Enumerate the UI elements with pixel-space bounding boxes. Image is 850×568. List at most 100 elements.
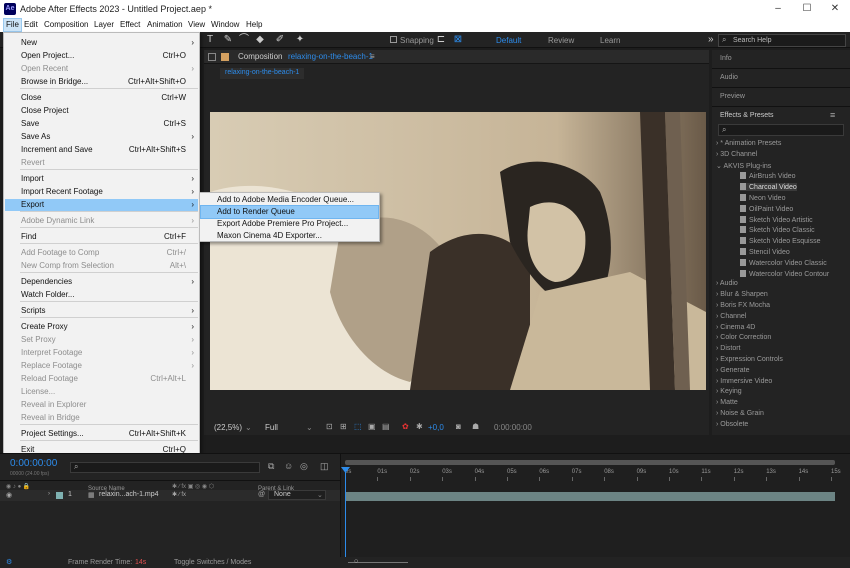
file-menu-item-scripts[interactable]: Scripts › (5, 305, 198, 317)
render-info-icon[interactable]: ⚙ (6, 558, 12, 566)
file-menu-item-project-settings[interactable]: Project Settings... Ctrl+Alt+Shift+K (5, 428, 198, 440)
effects-tree-item[interactable]: Sketch Video Esquisse (740, 237, 820, 245)
toggle-switches-button[interactable]: Toggle Switches / Modes (174, 559, 251, 566)
file-menu-item-close-project[interactable]: Close Project (5, 105, 198, 117)
motion-blur-icon[interactable]: ◎ (300, 461, 308, 472)
layer-switches-icons[interactable]: ✱ ∕ fx (172, 491, 186, 498)
file-menu-item-set-proxy[interactable]: Set Proxy › (5, 334, 198, 346)
export-item-add-to-render-queue[interactable]: Add to Render Queue (200, 205, 379, 219)
timeline-track-area[interactable]: 0s 01s 02s 03s 04s 05s 06s 07s 08s 09s 10s 11s 12s 13… (340, 454, 850, 558)
effects-tree-item[interactable]: › Immersive Video (716, 378, 772, 385)
menu-animation[interactable]: Animation (147, 20, 183, 29)
menu-file[interactable]: File (3, 18, 22, 32)
mask-visibility-icon[interactable]: ⬚ (354, 422, 362, 431)
file-menu-item-open-project[interactable]: Open Project... Ctrl+O (5, 50, 198, 62)
export-item-add-to-adobe-media-encoder-queue[interactable]: Add to Adobe Media Encoder Queue... (201, 194, 378, 206)
zoom-value[interactable]: (22,5%) (214, 423, 242, 432)
effects-tree-item[interactable]: › Channel (716, 313, 746, 320)
effects-presets-tab[interactable]: Effects & Presets (720, 112, 774, 119)
panel-menu-icon[interactable]: ≡ (830, 110, 835, 120)
menu-help[interactable]: Help (246, 20, 262, 29)
show-channel-icon[interactable]: ☗ (472, 422, 479, 431)
file-menu-item-new[interactable]: New › (5, 37, 198, 49)
preview-tab[interactable]: Preview (720, 93, 745, 100)
file-menu-item-import[interactable]: Import › (5, 173, 198, 185)
effects-tree-item[interactable]: Watercolor Video Contour (740, 269, 829, 278)
effects-tree-item[interactable]: Watercolor Video Classic (740, 258, 827, 267)
menu-window[interactable]: Window (211, 20, 239, 29)
effects-tree-item[interactable]: › Distort (716, 345, 741, 352)
more-workspaces-button[interactable]: » (708, 34, 714, 45)
roto-brush-icon[interactable]: ✐ (274, 34, 286, 46)
effects-tree-item[interactable]: AirBrush Video (740, 172, 796, 180)
effects-tree-item[interactable]: Stencil Video (740, 248, 790, 256)
file-menu-item-add-footage-to-comp[interactable]: Add Footage to Comp Ctrl+/ (5, 247, 198, 259)
effects-tree-item[interactable]: › Keying (716, 388, 742, 395)
effects-tree-item[interactable]: › Cinema 4D (716, 324, 755, 331)
parent-dropdown[interactable]: None ⌄ (268, 490, 326, 500)
menu-effect[interactable]: Effect (120, 20, 140, 29)
file-menu-item-watch-folder[interactable]: Watch Folder... (5, 289, 198, 301)
effects-tree-item[interactable]: Neon Video (740, 194, 785, 202)
audio-tab[interactable]: Audio (720, 74, 738, 81)
snap-grid-icon[interactable]: ⊠ (452, 34, 464, 46)
menu-layer[interactable]: Layer (94, 20, 114, 29)
layer-label-color[interactable] (56, 492, 63, 499)
file-menu-item-increment-and-save[interactable]: Increment and Save Ctrl+Alt+Shift+S (5, 144, 198, 156)
timeline-search-input[interactable]: ⌕ (70, 462, 260, 473)
layer-duration-bar[interactable] (345, 492, 835, 501)
effects-tree-item[interactable]: › * Animation Presets (716, 140, 781, 147)
file-menu-item-export[interactable]: Export › (5, 199, 198, 211)
file-menu-item-open-recent[interactable]: Open Recent › (5, 63, 198, 75)
layer-name[interactable]: relaxin...ach-1.mp4 (99, 491, 159, 498)
file-menu-item-dependencies[interactable]: Dependencies › (5, 276, 198, 288)
menu-view[interactable]: View (188, 20, 205, 29)
effects-tree-item[interactable]: › Obsolete (716, 421, 748, 428)
graph-editor-icon[interactable]: ◫ (320, 461, 329, 472)
effects-search-input[interactable]: ⌕ (718, 124, 844, 136)
composition-viewer[interactable] (210, 112, 706, 390)
snap-option-icon[interactable]: ⊏ (435, 34, 447, 46)
zoom-slider-handle-icon[interactable]: ○ (354, 558, 358, 565)
fast-preview-icon[interactable]: ⊡ (326, 422, 333, 431)
guide-options-icon[interactable]: ▤ (382, 422, 390, 431)
effects-tree-item[interactable]: › Blur & Sharpen (716, 291, 768, 298)
effects-tree-item[interactable]: › Noise & Grain (716, 410, 764, 417)
effects-tree-item[interactable]: › Color Correction (716, 334, 771, 341)
effects-tree-item[interactable]: › Generate (716, 367, 749, 374)
file-menu-item-license[interactable]: License... (5, 386, 198, 398)
file-menu-item-adobe-dynamic-link[interactable]: Adobe Dynamic Link › (5, 215, 198, 227)
file-menu-item-reveal-in-bridge[interactable]: Reveal in Bridge (5, 412, 198, 424)
effects-tree-item[interactable]: › Matte (716, 399, 738, 406)
zoom-dropdown-icon[interactable]: ⌄ (245, 423, 252, 432)
playhead[interactable] (345, 468, 346, 558)
export-item-maxon-cinema-4d-exporter[interactable]: Maxon Cinema 4D Exporter... (201, 230, 378, 242)
effects-tree-item[interactable]: › 3D Channel (716, 151, 757, 158)
file-menu-item-revert[interactable]: Revert (5, 157, 198, 169)
timeline-timecode[interactable]: 0:00:00:00 (10, 458, 57, 469)
file-menu-item-replace-footage[interactable]: Replace Footage › (5, 360, 198, 372)
effects-tree-item[interactable]: › Expression Controls (716, 356, 783, 363)
effects-tree-item[interactable]: Sketch Video Classic (740, 226, 815, 234)
info-tab[interactable]: Info (720, 55, 732, 62)
effects-tree-item[interactable]: Charcoal Video (740, 183, 797, 192)
comp-flowchart-icon[interactable]: ⧉ (268, 461, 274, 472)
close-tab-icon[interactable] (208, 53, 216, 61)
work-area-bar[interactable] (345, 460, 835, 465)
file-menu-item-new-comp-from-selection[interactable]: New Comp from Selection Alt+\ (5, 260, 198, 272)
viewer-timecode[interactable]: 0:00:00:00 (494, 423, 532, 432)
layer-row[interactable]: ◉ › 1 ▦ relaxin...ach-1.mp4 ✱ ∕ fx @ Non… (0, 490, 340, 501)
effects-tree-item[interactable]: › Audio (716, 280, 738, 287)
eraser-tool-icon[interactable]: ◆ (254, 34, 266, 46)
file-menu-item-save-as[interactable]: Save As › (5, 131, 198, 143)
search-help-field[interactable]: ⌕ Search Help (718, 34, 846, 47)
visibility-eye-icon[interactable]: ◉ (6, 491, 12, 499)
maximize-button[interactable]: ☐ (793, 0, 821, 18)
effects-tree-item[interactable]: › Boris FX Mocha (716, 302, 770, 309)
type-tool-icon[interactable]: T (204, 34, 216, 46)
panel-menu-icon[interactable]: ≡ (370, 52, 375, 61)
minimize-button[interactable]: – (764, 0, 792, 18)
pick-whip-icon[interactable]: @ (258, 491, 265, 498)
workspace-default[interactable]: Default (496, 36, 521, 45)
pen-tool-icon[interactable]: ✎ (222, 34, 234, 46)
